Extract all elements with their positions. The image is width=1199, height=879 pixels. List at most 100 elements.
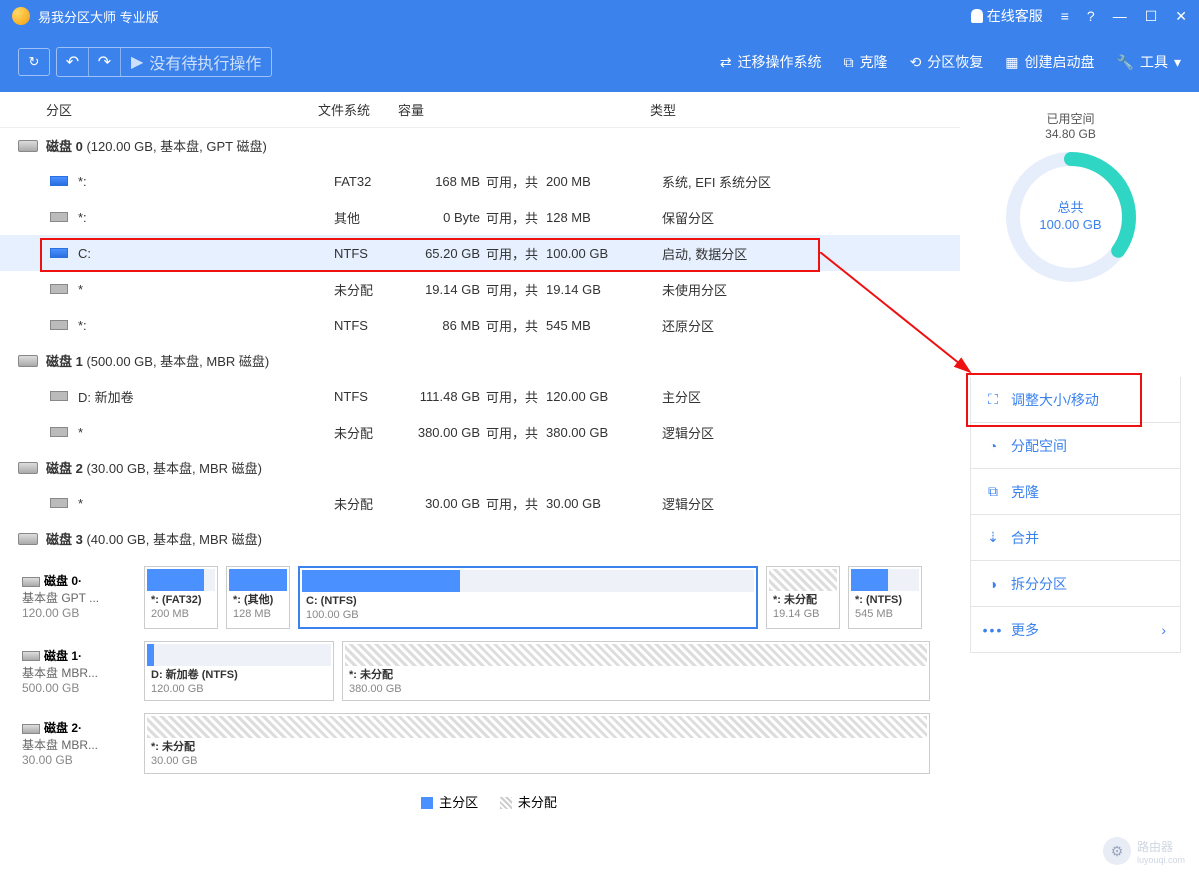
pie-icon: ◑ xyxy=(985,576,1001,592)
create-boot-disk-button[interactable]: ▦创建启动盘 xyxy=(1005,52,1094,72)
disk-strip-label[interactable]: 磁盘 1·基本盘 MBR...500.00 GB xyxy=(18,641,136,702)
partition-icon xyxy=(50,427,68,437)
disk-segment[interactable]: C: (NTFS)100.00 GB xyxy=(298,566,758,629)
capacity-label: 可用，共 xyxy=(486,280,546,299)
disk-icon xyxy=(18,462,38,474)
disk-row[interactable]: 磁盘 1 (500.00 GB, 基本盘, MBR 磁盘) xyxy=(0,343,960,378)
action-more[interactable]: •••更多 › xyxy=(970,607,1181,653)
disk-strip-label[interactable]: 磁盘 0·基本盘 GPT ...120.00 GB xyxy=(18,566,136,629)
partition-total: 200 MB xyxy=(546,174,662,189)
maximize-icon[interactable]: ☐ xyxy=(1145,8,1158,25)
disk-row[interactable]: 磁盘 3 (40.00 GB, 基本盘, MBR 磁盘) xyxy=(0,521,960,556)
redo-button[interactable]: ↷ xyxy=(89,48,121,76)
partition-row[interactable]: D: 新加卷NTFS111.48 GB可用，共120.00 GB主分区 xyxy=(0,378,960,414)
partition-row[interactable]: *:其他0 Byte可用，共128 MB保留分区 xyxy=(0,199,960,235)
undo-button[interactable]: ↶ xyxy=(57,48,89,76)
dots-icon: ••• xyxy=(985,622,1001,638)
close-icon[interactable]: ✕ xyxy=(1175,8,1187,25)
partition-name: * xyxy=(78,496,334,511)
disk-segment[interactable]: *: (NTFS)545 MB xyxy=(848,566,922,629)
disk-map-panel: 磁盘 0·基本盘 GPT ...120.00 GB*: (FAT32)200 M… xyxy=(0,566,960,827)
chevron-down-icon: ▾ xyxy=(1174,54,1181,71)
menu-icon[interactable]: ≡ xyxy=(1061,8,1069,24)
legend-unalloc-swatch xyxy=(500,797,512,809)
chevron-right-icon: › xyxy=(1161,622,1166,638)
partition-row[interactable]: *未分配19.14 GB可用，共19.14 GB未使用分区 xyxy=(0,271,960,307)
capacity-label: 可用，共 xyxy=(486,494,546,513)
action-allocate[interactable]: ◔ 分配空间 xyxy=(970,423,1181,469)
partition-row[interactable]: *未分配30.00 GB可用，共30.00 GB逻辑分区 xyxy=(0,485,960,521)
online-support-button[interactable]: 在线客服 xyxy=(971,6,1043,26)
partition-type: 系统, EFI 系统分区 xyxy=(662,172,771,191)
recover-icon: ⟲ xyxy=(910,54,922,71)
partition-fs: NTFS xyxy=(334,389,414,404)
disk-segment[interactable]: *: 未分配30.00 GB xyxy=(144,713,930,774)
partition-row[interactable]: *:FAT32168 MB可用，共200 MB系统, EFI 系统分区 xyxy=(0,163,960,199)
minimize-icon[interactable]: — xyxy=(1113,8,1127,24)
right-panel: 已用空间 34.80 GB 总共100.00 GB ⛶ 调整大小/移动 ◔ 分配… xyxy=(960,92,1199,879)
action-resize[interactable]: ⛶ 调整大小/移动 xyxy=(970,377,1181,423)
partition-type: 未使用分区 xyxy=(662,280,727,299)
partition-name: *: xyxy=(78,210,334,225)
tools-button[interactable]: 🔧工具 ▾ xyxy=(1117,52,1181,72)
partition-total: 120.00 GB xyxy=(546,389,662,404)
partition-fs: 未分配 xyxy=(334,423,414,442)
partition-recovery-button[interactable]: ⟲分区恢复 xyxy=(910,52,984,72)
copy-icon: ⧉ xyxy=(985,484,1001,500)
clone-button[interactable]: ⧉克隆 xyxy=(844,52,888,72)
disk-segment[interactable]: D: 新加卷 (NTFS)120.00 GB xyxy=(144,641,334,702)
action-split[interactable]: ◑ 拆分分区 xyxy=(970,561,1181,607)
help-icon[interactable]: ? xyxy=(1087,8,1095,24)
col-capacity[interactable]: 容量 xyxy=(398,100,650,119)
partition-icon xyxy=(50,320,68,330)
partition-name: D: 新加卷 xyxy=(78,387,334,406)
partition-row[interactable]: *未分配380.00 GB可用，共380.00 GB逻辑分区 xyxy=(0,414,960,450)
partition-name: *: xyxy=(78,318,334,333)
action-merge[interactable]: ⇣ 合并 xyxy=(970,515,1181,561)
wrench-icon: 🔧 xyxy=(1117,54,1134,71)
resize-icon: ⛶ xyxy=(985,392,1001,408)
app-logo-icon xyxy=(12,7,30,25)
disk-segment[interactable]: *: 未分配19.14 GB xyxy=(766,566,840,629)
disk-icon xyxy=(18,140,38,152)
partition-total: 545 MB xyxy=(546,318,662,333)
migrate-os-button[interactable]: ⇄迁移操作系统 xyxy=(720,52,822,72)
action-clone[interactable]: ⧉ 克隆 xyxy=(970,469,1181,515)
partition-row[interactable]: C:NTFS65.20 GB可用，共100.00 GB启动, 数据分区 xyxy=(0,235,960,271)
disk-segment[interactable]: *: (其他)128 MB xyxy=(226,566,290,629)
titlebar-right: 在线客服 ≡ ? — ☐ ✕ xyxy=(971,6,1187,26)
disk-segment[interactable]: *: 未分配380.00 GB xyxy=(342,641,930,702)
col-partition[interactable]: 分区 xyxy=(46,100,318,119)
disk-segment[interactable]: *: (FAT32)200 MB xyxy=(144,566,218,629)
disk-row[interactable]: 磁盘 0 (120.00 GB, 基本盘, GPT 磁盘) xyxy=(0,128,960,163)
usage-gauge: 已用空间 34.80 GB 总共100.00 GB xyxy=(960,102,1181,287)
toolbar: ↻ ↶ ↷ ▶没有待执行操作 ⇄迁移操作系统 ⧉克隆 ⟲分区恢复 ▦创建启动盘 … xyxy=(0,32,1199,92)
partition-used: 380.00 GB xyxy=(414,425,486,440)
partition-fs: NTFS xyxy=(334,246,414,261)
partition-icon xyxy=(50,284,68,294)
actions-panel: ⛶ 调整大小/移动 ◔ 分配空间 ⧉ 克隆 ⇣ 合并 ◑ 拆分分区 •••更多 … xyxy=(960,377,1181,653)
partition-fs: FAT32 xyxy=(334,174,414,189)
partition-type: 逻辑分区 xyxy=(662,494,714,513)
partition-fs: 未分配 xyxy=(334,280,414,299)
capacity-label: 可用，共 xyxy=(486,208,546,227)
partition-used: 168 MB xyxy=(414,174,486,189)
partition-type: 启动, 数据分区 xyxy=(662,244,747,263)
partition-row[interactable]: *:NTFS86 MB可用，共545 MB还原分区 xyxy=(0,307,960,343)
partition-used: 86 MB xyxy=(414,318,486,333)
partition-icon xyxy=(50,212,68,222)
partition-total: 380.00 GB xyxy=(546,425,662,440)
disk-strip-label[interactable]: 磁盘 2·基本盘 MBR...30.00 GB xyxy=(18,713,136,774)
col-type[interactable]: 类型 xyxy=(650,100,960,119)
disk-icon xyxy=(18,533,38,545)
partition-fs: NTFS xyxy=(334,318,414,333)
pending-ops[interactable]: ▶没有待执行操作 xyxy=(121,48,271,76)
partition-icon xyxy=(50,391,68,401)
partition-used: 19.14 GB xyxy=(414,282,486,297)
column-headers: 分区 文件系统 容量 类型 xyxy=(0,92,960,128)
disk-row[interactable]: 磁盘 2 (30.00 GB, 基本盘, MBR 磁盘) xyxy=(0,450,960,485)
col-filesystem[interactable]: 文件系统 xyxy=(318,100,398,119)
partition-icon xyxy=(50,248,68,258)
partition-icon xyxy=(50,498,68,508)
refresh-button[interactable]: ↻ xyxy=(18,48,50,76)
